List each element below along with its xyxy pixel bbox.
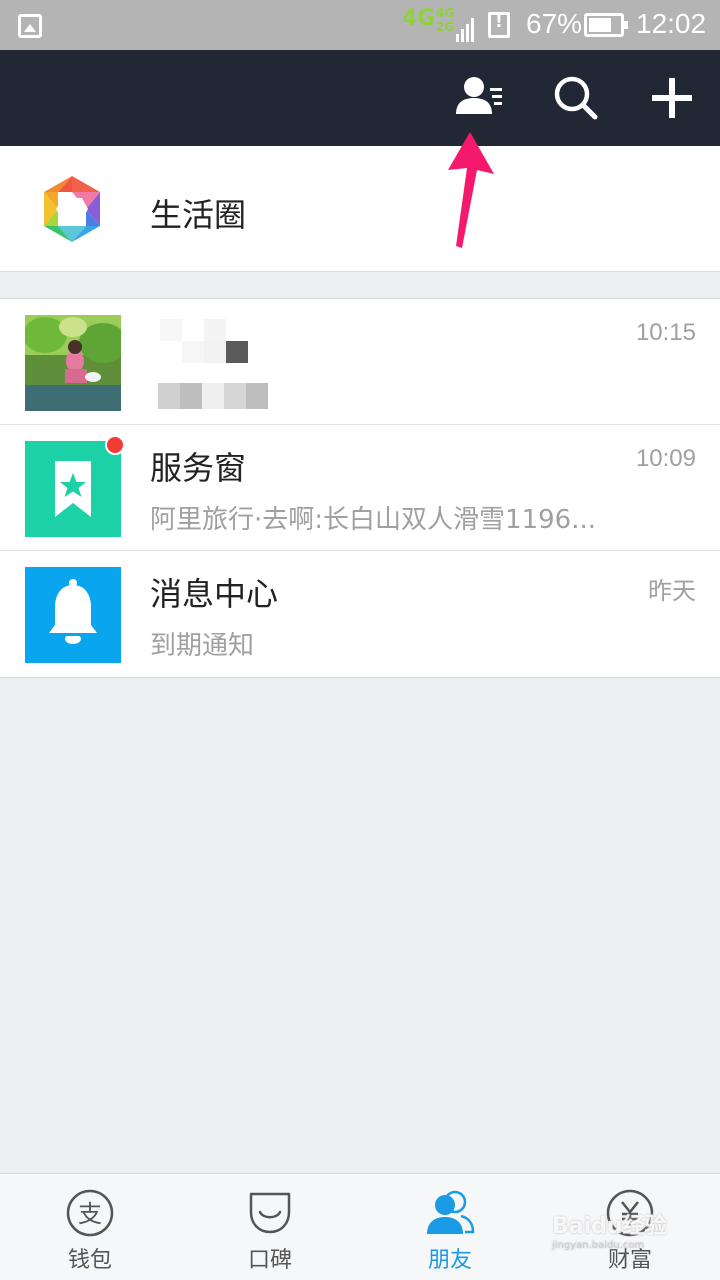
conversation-preview: 阿里旅行·去啊:长白山双人滑雪1196...	[150, 505, 596, 535]
life-circle-entry[interactable]: 生活圈	[0, 146, 720, 272]
signal-strength-icon	[456, 12, 478, 42]
app-header	[0, 50, 720, 146]
bottom-nav: 支 钱包 口碑 朋友 财富	[0, 1173, 720, 1280]
contacts-icon	[456, 77, 502, 114]
nav-friends[interactable]: 朋友	[360, 1174, 540, 1280]
network-secondary-top: 4G	[436, 6, 455, 20]
conversation-preview: 到期通知	[150, 631, 255, 661]
search-icon	[554, 76, 598, 120]
search-button[interactable]	[550, 72, 602, 124]
wallet-icon: 支	[66, 1189, 114, 1237]
conversation-time: 10:09	[635, 445, 696, 472]
contacts-button[interactable]	[452, 72, 504, 124]
svg-text:支: 支	[78, 1200, 102, 1228]
life-circle-logo-icon	[44, 176, 100, 242]
conversation-row[interactable]: 10:15	[0, 299, 720, 425]
bookmark-star-icon	[55, 461, 91, 517]
battery-percentage: 67%	[526, 8, 583, 39]
network-type: 4G	[402, 6, 436, 31]
sim-alert-icon	[488, 12, 510, 38]
pointer-arrow-annotation	[448, 132, 494, 248]
nav-friends-label: 朋友	[427, 1248, 472, 1273]
message-center-avatar	[25, 567, 121, 663]
nav-wealth-label: 财富	[607, 1248, 652, 1273]
nav-wallet[interactable]: 支 钱包	[0, 1174, 180, 1280]
clock: 12:02	[636, 8, 707, 39]
friends-icon	[427, 1190, 475, 1234]
conversation-row[interactable]: 消息中心 到期通知 昨天	[0, 551, 720, 677]
wealth-icon	[606, 1189, 654, 1237]
nav-koubei[interactable]: 口碑	[180, 1174, 360, 1280]
add-button[interactable]	[646, 72, 698, 124]
network-secondary: 4G 2G	[436, 6, 454, 34]
user-photo-avatar	[25, 315, 121, 411]
conversation-list: 10:15 服务窗 阿里旅行·去啊:长白山双人滑雪1196... 10:09 消…	[0, 298, 720, 678]
service-window-avatar	[25, 441, 121, 537]
conversation-time: 昨天	[648, 578, 696, 605]
conversation-time: 10:15	[635, 319, 696, 346]
add-icon	[652, 78, 692, 118]
bell-icon	[49, 579, 97, 644]
nav-koubei-label: 口碑	[247, 1248, 292, 1273]
conversation-title: 服务窗	[150, 449, 247, 487]
life-circle-label: 生活圈	[150, 196, 247, 234]
conversation-title: 消息中心	[150, 575, 279, 613]
unread-badge	[105, 435, 125, 455]
status-bar: 4G 4G 2G 67% 12:02	[0, 0, 720, 50]
conversation-row[interactable]: 服务窗 阿里旅行·去啊:长白山双人滑雪1196... 10:09	[0, 425, 720, 551]
nav-wealth[interactable]: 财富	[540, 1174, 720, 1280]
koubei-icon	[249, 1192, 291, 1234]
battery-icon	[584, 13, 628, 37]
network-secondary-bottom: 2G	[436, 20, 455, 34]
nav-wallet-label: 钱包	[67, 1248, 112, 1273]
gallery-notification-icon	[18, 14, 42, 38]
